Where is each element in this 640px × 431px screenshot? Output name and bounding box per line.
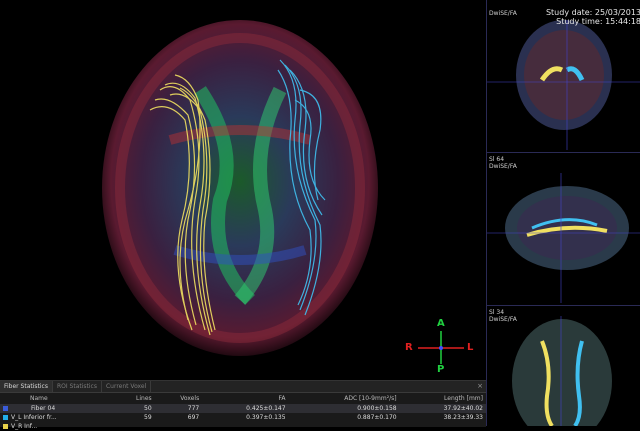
fiber-voxels: 697 [187, 414, 200, 421]
table-row[interactable]: V_L Inferior fr... 59 697 0.397±0.135 0.… [0, 413, 486, 422]
axial-series-label: DwiSE/FA [489, 316, 517, 323]
study-time: Study time: 15:44:18 [556, 17, 640, 26]
coronal-series-label: DwiSE/FA [489, 10, 517, 17]
main-axial-viewport[interactable]: A R L P [0, 0, 486, 380]
fiber-length: 38.23±39.33 [443, 414, 483, 421]
tab-roi-statistics[interactable]: ROI Statistics [53, 381, 102, 392]
brain-axial-image [102, 20, 378, 356]
sagittal-series-label: DwiSE/FA [489, 163, 517, 170]
col-length-header[interactable]: Length [mm] [400, 393, 486, 404]
col-fa-header[interactable]: FA [202, 393, 288, 404]
sagittal-viewport[interactable]: Sl 64 DwiSE/FA [487, 153, 640, 306]
coronal-viewport[interactable]: DwiSE/FA Study date: 25/03/2013 Study ti… [487, 0, 640, 153]
orientation-anterior-label: A [437, 318, 445, 329]
fiber-lines [114, 422, 155, 431]
fiber-lines: 59 [144, 414, 152, 421]
fiber-adc: 0.887±0.170 [357, 414, 397, 421]
fiber-color-swatch [3, 415, 8, 420]
fiber-length [400, 422, 486, 431]
col-adc-header[interactable]: ADC [10-9mm²/s] [289, 393, 400, 404]
fiber-color-swatch [3, 424, 8, 429]
fiber-voxels: 777 [154, 404, 203, 413]
sagittal-slice-label: Sl 64 [489, 156, 505, 163]
fiber-adc [289, 422, 400, 431]
stats-tab-bar: Fiber Statistics ROI Statistics Current … [0, 381, 486, 393]
fiber-name: V_R Inf... [11, 423, 38, 430]
fiber-length: 37.92±40.02 [399, 404, 486, 413]
fiber-color-swatch [3, 406, 8, 411]
axial-small-image [512, 316, 612, 426]
close-panel-icon[interactable]: × [477, 382, 483, 390]
fiber-adc: 0.900±0.158 [288, 404, 400, 413]
axial-slice-label: Sl 34 [489, 309, 505, 316]
axial-small-viewport[interactable]: Sl 34 DwiSE/FA [487, 306, 640, 426]
table-header-row: Name Lines Voxels FA ADC [10-9mm²/s] Len… [0, 393, 486, 404]
fiber-fa [202, 422, 288, 431]
study-date: Study date: 25/03/2013 [545, 8, 640, 17]
table-row[interactable]: V_R Inf... [0, 422, 486, 431]
orientation-left-label: L [467, 342, 474, 353]
fiber-lines: 50 [113, 404, 155, 413]
fiber-voxels [155, 422, 203, 431]
tab-fiber-statistics[interactable]: Fiber Statistics [0, 381, 53, 392]
col-lines-header[interactable]: Lines [114, 393, 155, 404]
fiber-fa: 0.397±0.135 [246, 414, 286, 421]
tab-current-voxel[interactable]: Current Voxel [102, 381, 152, 392]
study-info: Study date: 25/03/2013 Study time: 15:44… [546, 8, 640, 26]
side-viewport-panel: DwiSE/FA Study date: 25/03/2013 Study ti… [486, 0, 640, 426]
fiber-name: V_L Inferior fr... [11, 414, 57, 421]
table-row[interactable]: Fiber 04 50 777 0.425±0.147 0.900±0.158 … [0, 404, 486, 413]
brain-outline [102, 20, 378, 356]
orientation-right-label: R [405, 342, 413, 353]
col-voxels-header[interactable]: Voxels [155, 393, 203, 404]
sagittal-image [487, 173, 640, 303]
orientation-posterior-label: P [437, 364, 445, 375]
fiber-name: Fiber 04 [31, 405, 56, 412]
fiber-statistics-table: Name Lines Voxels FA ADC [10-9mm²/s] Len… [0, 393, 486, 431]
statistics-panel: Fiber Statistics ROI Statistics Current … [0, 380, 486, 430]
fiber-fa: 0.425±0.147 [202, 404, 289, 413]
col-name-header[interactable]: Name [0, 393, 114, 404]
